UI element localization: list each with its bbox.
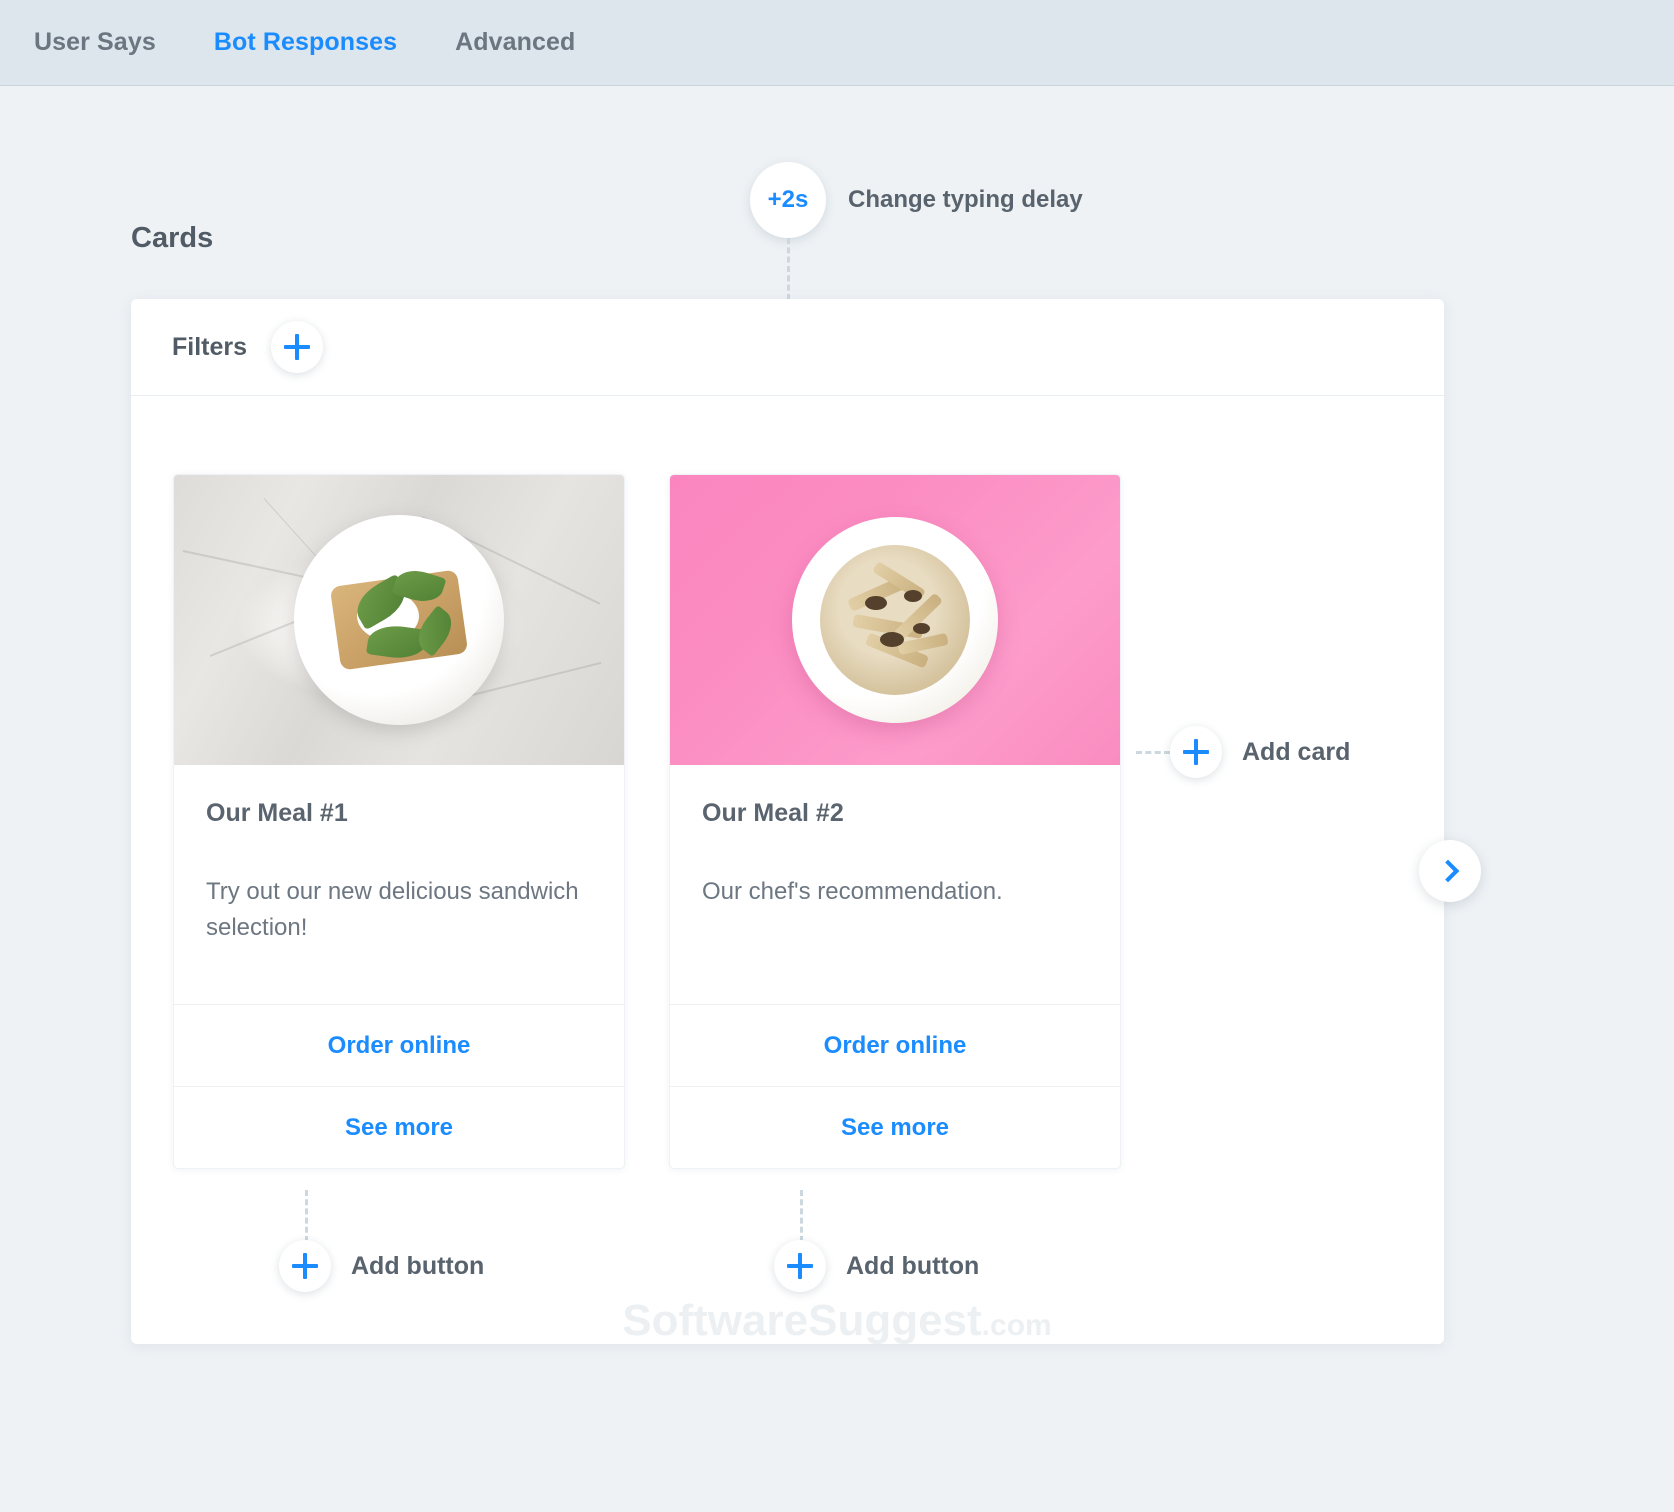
tab-user-says[interactable]: User Says xyxy=(34,28,156,57)
add-button-control-card1: Add button xyxy=(279,1240,484,1292)
add-card-button[interactable] xyxy=(1170,726,1222,778)
plus-icon xyxy=(1183,739,1209,765)
cards-panel: Filters Our Meal #1 Try out our new deli… xyxy=(131,299,1444,1344)
typing-delay-connector xyxy=(787,238,790,300)
add-card-control: Add card xyxy=(1136,726,1350,778)
typing-delay-label[interactable]: Change typing delay xyxy=(848,186,1083,214)
card-body: Our Meal #2 Our chef's recommendation. xyxy=(670,765,1120,1004)
add-filter-button[interactable] xyxy=(271,321,324,373)
tab-bot-responses[interactable]: Bot Responses xyxy=(214,28,397,57)
add-card-label[interactable]: Add card xyxy=(1242,738,1350,767)
add-button-connector xyxy=(800,1190,803,1242)
card-button-order-online[interactable]: Order online xyxy=(670,1004,1120,1086)
card-item[interactable]: Our Meal #1 Try out our new delicious sa… xyxy=(173,474,625,1169)
card-image[interactable] xyxy=(670,475,1120,765)
card-button-order-online[interactable]: Order online xyxy=(174,1004,624,1086)
card-button-see-more[interactable]: See more xyxy=(174,1086,624,1168)
card-description: Try out our new delicious sandwich selec… xyxy=(206,878,579,942)
bowl-inner-shape xyxy=(820,545,970,695)
carousel-next-button[interactable] xyxy=(1419,840,1481,902)
card-title: Our Meal #1 xyxy=(206,799,348,827)
add-button-label[interactable]: Add button xyxy=(351,1252,484,1281)
typing-delay-control: +2s Change typing delay xyxy=(750,162,1083,238)
tab-advanced[interactable]: Advanced xyxy=(455,28,575,57)
card-title: Our Meal #2 xyxy=(702,799,844,827)
plus-icon xyxy=(284,334,311,360)
add-button-label[interactable]: Add button xyxy=(846,1252,979,1281)
card-button-see-more[interactable]: See more xyxy=(670,1086,1120,1168)
card-body: Our Meal #1 Try out our new delicious sa… xyxy=(174,765,624,1004)
tab-bar: User Says Bot Responses Advanced xyxy=(0,0,1674,86)
filters-label: Filters xyxy=(172,332,248,361)
section-title-cards: Cards xyxy=(131,222,214,254)
chevron-right-icon xyxy=(1436,859,1459,883)
add-button-control-card2: Add button xyxy=(774,1240,979,1292)
plus-icon xyxy=(292,1253,318,1279)
add-button-button[interactable] xyxy=(774,1240,826,1292)
add-card-connector xyxy=(1136,750,1170,754)
plus-icon xyxy=(787,1253,813,1279)
card-description: Our chef's recommendation. xyxy=(702,878,1003,905)
card-image[interactable] xyxy=(174,475,624,765)
add-button-button[interactable] xyxy=(279,1240,331,1292)
panel-header-filters: Filters xyxy=(131,299,1444,396)
card-rail: Our Meal #1 Try out our new delicious sa… xyxy=(173,474,1121,1169)
add-button-connector xyxy=(305,1190,308,1242)
typing-delay-badge[interactable]: +2s xyxy=(750,162,826,238)
card-item[interactable]: Our Meal #2 Our chef's recommendation. O… xyxy=(669,474,1121,1169)
